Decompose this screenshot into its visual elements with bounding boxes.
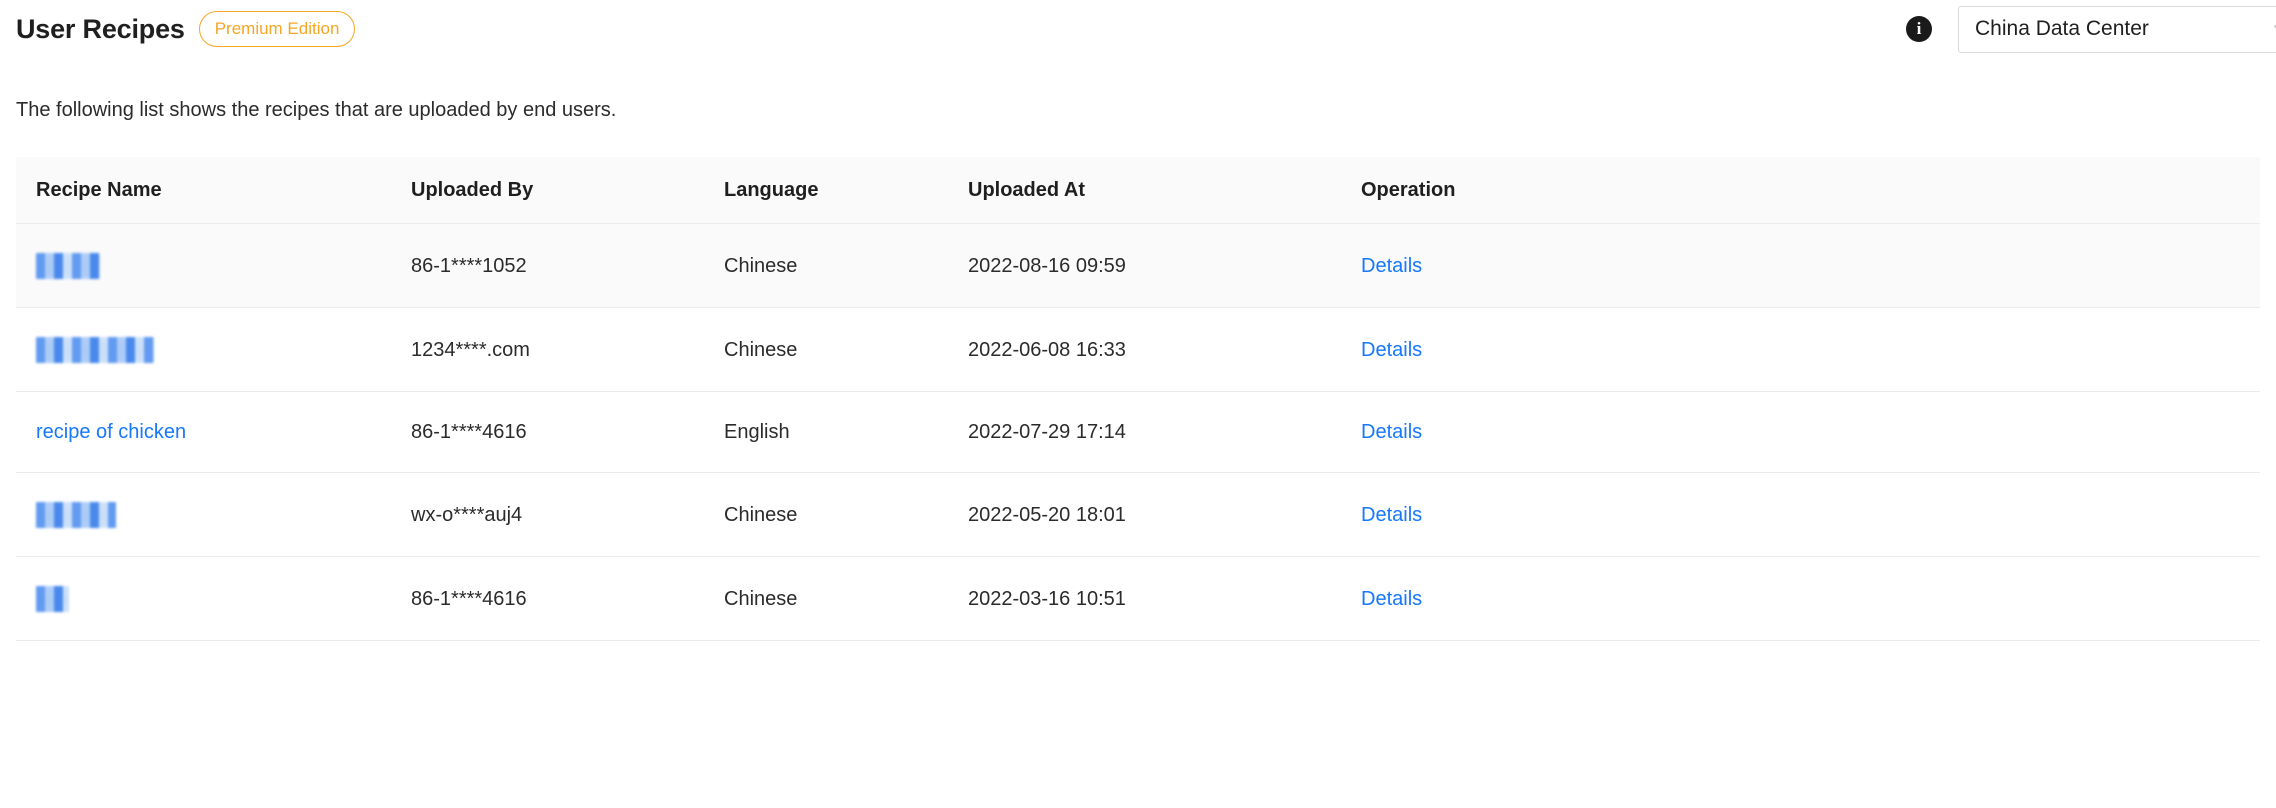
cell-uploaded-by: wx-o****auj4 xyxy=(391,472,704,557)
column-header-uploaded-at: Uploaded At xyxy=(948,157,1341,224)
table-row: 86-1****4616 Chinese 2022-03-16 10:51 Detai… xyxy=(16,556,2260,641)
cell-uploaded-by: 86-1****4616 xyxy=(391,391,704,473)
recipe-name-link[interactable]: recipe of chicken xyxy=(36,421,186,443)
region-select[interactable]: China Data Center xyxy=(1958,5,2276,53)
details-link[interactable]: Details xyxy=(1361,421,1422,443)
cell-recipe-name xyxy=(16,307,391,392)
cell-operation: Details xyxy=(1341,223,2260,308)
cell-recipe-name xyxy=(16,556,391,641)
table-header-row: Recipe Name Uploaded By Language Uploade… xyxy=(16,157,2260,224)
cell-uploaded-at: 2022-03-16 10:51 xyxy=(948,556,1341,641)
cell-uploaded-at: 2022-07-29 17:14 xyxy=(948,391,1341,473)
page-title: User Recipes xyxy=(16,13,185,44)
column-header-uploaded-by: Uploaded By xyxy=(391,157,704,224)
cell-recipe-name xyxy=(16,223,391,308)
edition-badge: Premium Edition xyxy=(198,11,356,47)
column-header-operation: Operation xyxy=(1341,157,2260,224)
cell-operation: Details xyxy=(1341,307,2260,392)
cell-operation: Details xyxy=(1341,556,2260,641)
cell-uploaded-at: 2022-05-20 18:01 xyxy=(948,472,1341,557)
cell-language: English xyxy=(704,391,948,473)
cell-operation: Details xyxy=(1341,391,2260,473)
cell-uploaded-at: 2022-06-08 16:33 xyxy=(948,307,1341,392)
cell-language: Chinese xyxy=(704,556,948,641)
cell-uploaded-by: 1234****.com xyxy=(391,307,704,392)
details-link[interactable]: Details xyxy=(1361,504,1422,526)
chevron-down-icon xyxy=(2274,25,2276,29)
table-row: 1234****.com Chinese 2022-06-08 16:33 Detai… xyxy=(16,307,2260,392)
table-head: Recipe Name Uploaded By Language Uploade… xyxy=(16,157,2260,224)
column-header-recipe-name: Recipe Name xyxy=(16,157,391,224)
recipes-table: Recipe Name Uploaded By Language Uploade… xyxy=(16,157,2260,641)
details-link[interactable]: Details xyxy=(1361,339,1422,361)
column-header-language: Language xyxy=(704,157,948,224)
cell-language: Chinese xyxy=(704,223,948,308)
cell-language: Chinese xyxy=(704,472,948,557)
table-body: 86-1****1052 Chinese 2022-08-16 09:59 Detai… xyxy=(16,223,2260,641)
page-header: User Recipes Premium Edition i China Dat… xyxy=(0,0,2276,58)
cell-recipe-name xyxy=(16,472,391,557)
details-link[interactable]: Details xyxy=(1361,588,1422,610)
cell-recipe-name: recipe of chicken xyxy=(16,391,391,473)
header-right-controls: i China Data Center xyxy=(1906,0,2276,58)
table-row: recipe of chicken 86-1****4616 English 2022… xyxy=(16,391,2260,473)
redacted-recipe-name[interactable] xyxy=(36,502,116,528)
cell-uploaded-at: 2022-08-16 09:59 xyxy=(948,223,1341,308)
region-select-value: China Data Center xyxy=(1975,17,2149,40)
redacted-recipe-name[interactable] xyxy=(36,586,69,612)
details-link[interactable]: Details xyxy=(1361,255,1422,277)
table-row: wx-o****auj4 Chinese 2022-05-20 18:01 Detai… xyxy=(16,472,2260,557)
redacted-recipe-name[interactable] xyxy=(36,337,154,363)
intro-description: The following list shows the recipes tha… xyxy=(16,99,617,121)
recipes-table-wrapper: Recipe Name Uploaded By Language Uploade… xyxy=(16,157,2260,641)
cell-uploaded-by: 86-1****1052 xyxy=(391,223,704,308)
cell-operation: Details xyxy=(1341,472,2260,557)
cell-language: Chinese xyxy=(704,307,948,392)
table-row: 86-1****1052 Chinese 2022-08-16 09:59 Detai… xyxy=(16,223,2260,308)
info-icon[interactable]: i xyxy=(1906,16,1932,42)
redacted-recipe-name[interactable] xyxy=(36,253,100,279)
cell-uploaded-by: 86-1****4616 xyxy=(391,556,704,641)
